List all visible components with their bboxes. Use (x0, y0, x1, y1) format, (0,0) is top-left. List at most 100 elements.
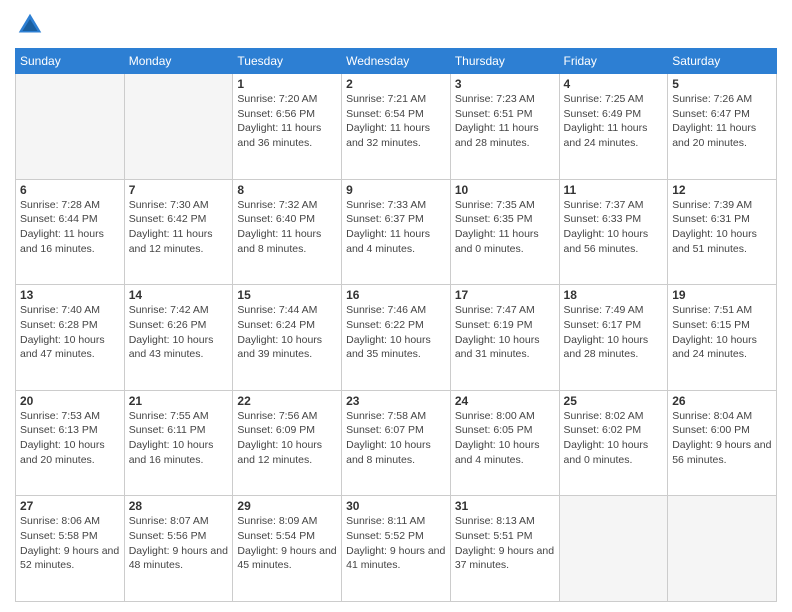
day-info: Sunrise: 7:39 AM Sunset: 6:31 PM Dayligh… (672, 198, 772, 257)
day-info: Sunrise: 8:02 AM Sunset: 6:02 PM Dayligh… (564, 409, 664, 468)
calendar-cell: 3Sunrise: 7:23 AM Sunset: 6:51 PM Daylig… (450, 74, 559, 180)
day-info: Sunrise: 8:13 AM Sunset: 5:51 PM Dayligh… (455, 514, 555, 573)
logo (15, 10, 49, 40)
day-info: Sunrise: 7:42 AM Sunset: 6:26 PM Dayligh… (129, 303, 229, 362)
calendar-cell: 10Sunrise: 7:35 AM Sunset: 6:35 PM Dayli… (450, 179, 559, 285)
calendar-cell: 29Sunrise: 8:09 AM Sunset: 5:54 PM Dayli… (233, 496, 342, 602)
day-number: 9 (346, 183, 446, 197)
day-number: 7 (129, 183, 229, 197)
calendar-cell: 22Sunrise: 7:56 AM Sunset: 6:09 PM Dayli… (233, 390, 342, 496)
weekday-header: Saturday (668, 49, 777, 74)
calendar-cell: 11Sunrise: 7:37 AM Sunset: 6:33 PM Dayli… (559, 179, 668, 285)
day-info: Sunrise: 7:56 AM Sunset: 6:09 PM Dayligh… (237, 409, 337, 468)
day-info: Sunrise: 7:58 AM Sunset: 6:07 PM Dayligh… (346, 409, 446, 468)
calendar-cell: 16Sunrise: 7:46 AM Sunset: 6:22 PM Dayli… (342, 285, 451, 391)
day-number: 1 (237, 77, 337, 91)
calendar-cell (124, 74, 233, 180)
day-number: 17 (455, 288, 555, 302)
day-info: Sunrise: 7:49 AM Sunset: 6:17 PM Dayligh… (564, 303, 664, 362)
day-info: Sunrise: 7:37 AM Sunset: 6:33 PM Dayligh… (564, 198, 664, 257)
calendar-header-row: SundayMondayTuesdayWednesdayThursdayFrid… (16, 49, 777, 74)
calendar-cell: 13Sunrise: 7:40 AM Sunset: 6:28 PM Dayli… (16, 285, 125, 391)
day-info: Sunrise: 8:00 AM Sunset: 6:05 PM Dayligh… (455, 409, 555, 468)
day-number: 29 (237, 499, 337, 513)
day-number: 6 (20, 183, 120, 197)
calendar-cell: 12Sunrise: 7:39 AM Sunset: 6:31 PM Dayli… (668, 179, 777, 285)
day-number: 28 (129, 499, 229, 513)
day-number: 16 (346, 288, 446, 302)
day-info: Sunrise: 8:07 AM Sunset: 5:56 PM Dayligh… (129, 514, 229, 573)
day-info: Sunrise: 7:40 AM Sunset: 6:28 PM Dayligh… (20, 303, 120, 362)
day-number: 2 (346, 77, 446, 91)
calendar-cell: 18Sunrise: 7:49 AM Sunset: 6:17 PM Dayli… (559, 285, 668, 391)
day-info: Sunrise: 8:09 AM Sunset: 5:54 PM Dayligh… (237, 514, 337, 573)
day-info: Sunrise: 7:25 AM Sunset: 6:49 PM Dayligh… (564, 92, 664, 151)
day-info: Sunrise: 7:21 AM Sunset: 6:54 PM Dayligh… (346, 92, 446, 151)
header (15, 10, 777, 40)
day-number: 31 (455, 499, 555, 513)
calendar-week-row: 27Sunrise: 8:06 AM Sunset: 5:58 PM Dayli… (16, 496, 777, 602)
day-number: 14 (129, 288, 229, 302)
weekday-header: Wednesday (342, 49, 451, 74)
day-number: 11 (564, 183, 664, 197)
calendar-cell: 21Sunrise: 7:55 AM Sunset: 6:11 PM Dayli… (124, 390, 233, 496)
calendar-cell: 7Sunrise: 7:30 AM Sunset: 6:42 PM Daylig… (124, 179, 233, 285)
day-number: 8 (237, 183, 337, 197)
calendar-cell: 2Sunrise: 7:21 AM Sunset: 6:54 PM Daylig… (342, 74, 451, 180)
day-number: 20 (20, 394, 120, 408)
weekday-header: Friday (559, 49, 668, 74)
calendar-cell: 30Sunrise: 8:11 AM Sunset: 5:52 PM Dayli… (342, 496, 451, 602)
page: SundayMondayTuesdayWednesdayThursdayFrid… (0, 0, 792, 612)
calendar-cell: 25Sunrise: 8:02 AM Sunset: 6:02 PM Dayli… (559, 390, 668, 496)
day-info: Sunrise: 7:23 AM Sunset: 6:51 PM Dayligh… (455, 92, 555, 151)
day-info: Sunrise: 7:47 AM Sunset: 6:19 PM Dayligh… (455, 303, 555, 362)
day-number: 21 (129, 394, 229, 408)
day-number: 19 (672, 288, 772, 302)
day-info: Sunrise: 7:33 AM Sunset: 6:37 PM Dayligh… (346, 198, 446, 257)
calendar-cell: 31Sunrise: 8:13 AM Sunset: 5:51 PM Dayli… (450, 496, 559, 602)
calendar-cell: 4Sunrise: 7:25 AM Sunset: 6:49 PM Daylig… (559, 74, 668, 180)
day-number: 25 (564, 394, 664, 408)
day-info: Sunrise: 8:04 AM Sunset: 6:00 PM Dayligh… (672, 409, 772, 468)
day-number: 22 (237, 394, 337, 408)
day-number: 23 (346, 394, 446, 408)
day-info: Sunrise: 7:53 AM Sunset: 6:13 PM Dayligh… (20, 409, 120, 468)
day-number: 30 (346, 499, 446, 513)
day-number: 24 (455, 394, 555, 408)
calendar-cell: 5Sunrise: 7:26 AM Sunset: 6:47 PM Daylig… (668, 74, 777, 180)
calendar-cell: 27Sunrise: 8:06 AM Sunset: 5:58 PM Dayli… (16, 496, 125, 602)
calendar-cell: 8Sunrise: 7:32 AM Sunset: 6:40 PM Daylig… (233, 179, 342, 285)
day-number: 15 (237, 288, 337, 302)
day-info: Sunrise: 7:35 AM Sunset: 6:35 PM Dayligh… (455, 198, 555, 257)
calendar-week-row: 6Sunrise: 7:28 AM Sunset: 6:44 PM Daylig… (16, 179, 777, 285)
day-info: Sunrise: 7:55 AM Sunset: 6:11 PM Dayligh… (129, 409, 229, 468)
calendar-week-row: 20Sunrise: 7:53 AM Sunset: 6:13 PM Dayli… (16, 390, 777, 496)
calendar-cell: 9Sunrise: 7:33 AM Sunset: 6:37 PM Daylig… (342, 179, 451, 285)
day-info: Sunrise: 7:30 AM Sunset: 6:42 PM Dayligh… (129, 198, 229, 257)
weekday-header: Thursday (450, 49, 559, 74)
day-info: Sunrise: 7:20 AM Sunset: 6:56 PM Dayligh… (237, 92, 337, 151)
day-info: Sunrise: 8:11 AM Sunset: 5:52 PM Dayligh… (346, 514, 446, 573)
calendar-cell (668, 496, 777, 602)
calendar-cell: 6Sunrise: 7:28 AM Sunset: 6:44 PM Daylig… (16, 179, 125, 285)
day-number: 27 (20, 499, 120, 513)
calendar-cell (559, 496, 668, 602)
day-number: 26 (672, 394, 772, 408)
logo-icon (15, 10, 45, 40)
day-info: Sunrise: 7:44 AM Sunset: 6:24 PM Dayligh… (237, 303, 337, 362)
day-number: 5 (672, 77, 772, 91)
calendar-cell: 20Sunrise: 7:53 AM Sunset: 6:13 PM Dayli… (16, 390, 125, 496)
calendar-table: SundayMondayTuesdayWednesdayThursdayFrid… (15, 48, 777, 602)
weekday-header: Sunday (16, 49, 125, 74)
calendar-cell: 1Sunrise: 7:20 AM Sunset: 6:56 PM Daylig… (233, 74, 342, 180)
day-info: Sunrise: 7:32 AM Sunset: 6:40 PM Dayligh… (237, 198, 337, 257)
day-number: 13 (20, 288, 120, 302)
calendar-cell: 19Sunrise: 7:51 AM Sunset: 6:15 PM Dayli… (668, 285, 777, 391)
calendar-cell: 14Sunrise: 7:42 AM Sunset: 6:26 PM Dayli… (124, 285, 233, 391)
weekday-header: Monday (124, 49, 233, 74)
calendar-week-row: 13Sunrise: 7:40 AM Sunset: 6:28 PM Dayli… (16, 285, 777, 391)
day-info: Sunrise: 7:28 AM Sunset: 6:44 PM Dayligh… (20, 198, 120, 257)
calendar-cell: 28Sunrise: 8:07 AM Sunset: 5:56 PM Dayli… (124, 496, 233, 602)
day-number: 10 (455, 183, 555, 197)
day-info: Sunrise: 7:46 AM Sunset: 6:22 PM Dayligh… (346, 303, 446, 362)
